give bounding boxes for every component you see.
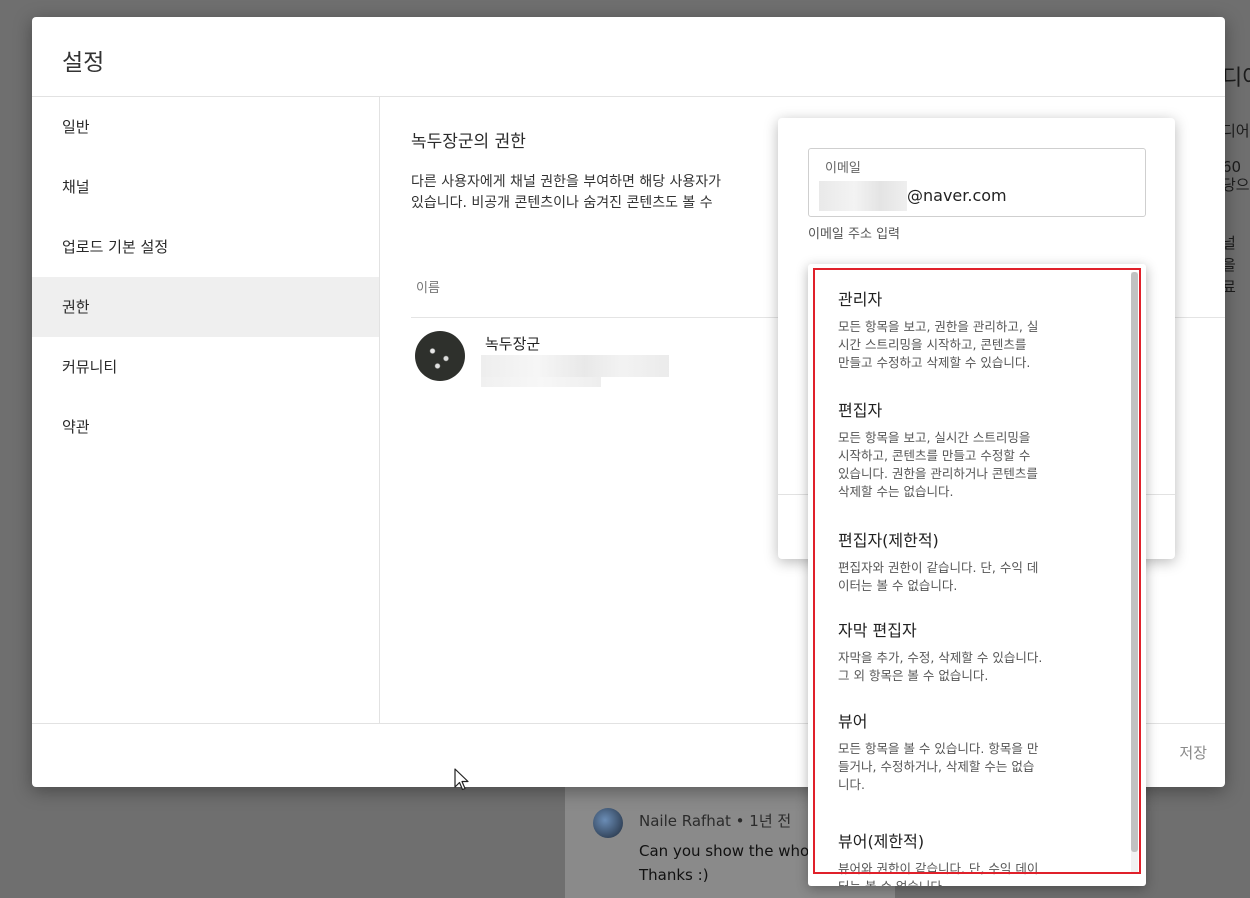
save-button[interactable]: 저장 [1179,742,1207,763]
column-header-name: 이름 [416,281,440,296]
role-dropdown: 관리자 모든 항목을 보고, 권한을 관리하고, 실 시간 스트리밍을 시작하고… [808,264,1146,886]
role-list: 관리자 모든 항목을 보고, 권한을 관리하고, 실 시간 스트리밍을 시작하고… [808,264,1130,886]
settings-sidebar: 일반 채널 업로드 기본 설정 권한 커뮤니티 약관 [32,97,380,723]
comment-text-line: Can you show the whole [639,842,823,860]
role-name: 편집자 [838,401,883,420]
dialog-header: 설정 [32,17,1225,97]
sidebar-item-upload-defaults[interactable]: 업로드 기본 설정 [32,217,379,277]
email-helper-text: 이메일 주소 입력 [808,227,900,242]
role-option-editor[interactable]: 편집자 모든 항목을 보고, 실시간 스트리밍을 시작하고, 콘텐츠를 만들고 … [838,401,1100,501]
role-option-manager[interactable]: 관리자 모든 항목을 보고, 권한을 관리하고, 실 시간 스트리밍을 시작하고… [838,290,1100,372]
comment-text-line: Thanks :) [639,866,709,884]
role-option-subtitle-editor[interactable]: 자막 편집자 자막을 추가, 수정, 삭제할 수 있습니다. 그 외 항목은 볼… [838,621,1100,685]
role-description: 모든 항목을 보고, 권한을 관리하고, 실 시간 스트리밍을 시작하고, 콘텐… [838,319,1039,370]
role-option-editor-limited[interactable]: 편집자(제한적) 편집자와 권한이 같습니다. 단, 수익 데 이터는 볼 수 … [838,531,1100,595]
member-avatar [415,331,465,381]
member-name: 녹두장군 [485,335,541,353]
sidebar-item-general[interactable]: 일반 [32,97,379,157]
sidebar-item-permissions[interactable]: 권한 [32,277,379,337]
role-name: 자막 편집자 [838,621,917,640]
role-name: 뷰어 [838,712,868,731]
sidebar-item-terms[interactable]: 약관 [32,397,379,457]
member-email-redacted [481,377,601,387]
role-name: 뷰어(제한적) [838,832,925,851]
comment-author: Naile Rafhat • 1년 전 [639,812,792,830]
permissions-description: 다른 사용자에게 채널 권한을 부여하면 해당 사용자가 [411,174,722,190]
role-option-viewer-limited[interactable]: 뷰어(제한적) 뷰어와 권한이 같습니다. 단, 수익 데이 터는 볼 수 없습… [838,832,1100,886]
permissions-description: 있습니다. 비공개 콘텐츠이나 숨겨진 콘텐츠도 볼 수 [411,195,713,211]
dropdown-scrollbar-thumb[interactable] [1131,272,1138,852]
background-edge-text: 디어 디어 60 당으 널 을 료 [1222,66,1250,296]
dialog-title: 설정 [62,50,105,76]
email-value: @naver.com [907,186,1007,205]
email-field-label: 이메일 [825,161,861,176]
role-name: 편집자(제한적) [838,531,939,550]
sidebar-item-community[interactable]: 커뮤니티 [32,337,379,397]
role-description: 모든 항목을 보고, 실시간 스트리밍을 시작하고, 콘텐츠를 만들고 수정할 … [838,430,1038,499]
role-option-viewer[interactable]: 뷰어 모든 항목을 볼 수 있습니다. 항목을 만 들거나, 수정하거나, 삭제… [838,712,1100,794]
sidebar-item-channel[interactable]: 채널 [32,157,379,217]
role-description: 모든 항목을 볼 수 있습니다. 항목을 만 들거나, 수정하거나, 삭제할 수… [838,741,1039,792]
role-description: 뷰어와 권한이 같습니다. 단, 수익 데이 터는 볼 수 없습니다. [838,861,1039,886]
role-name: 관리자 [838,290,883,309]
email-field[interactable]: 이메일 @naver.com [808,148,1146,217]
role-description: 편집자와 권한이 같습니다. 단, 수익 데 이터는 볼 수 없습니다. [838,560,1039,593]
email-redacted [819,181,907,211]
role-description: 자막을 추가, 수정, 삭제할 수 있습니다. 그 외 항목은 볼 수 없습니다… [838,650,1043,683]
comment-avatar [593,808,623,838]
member-email-redacted [481,355,669,377]
mouse-cursor-icon [454,768,469,791]
